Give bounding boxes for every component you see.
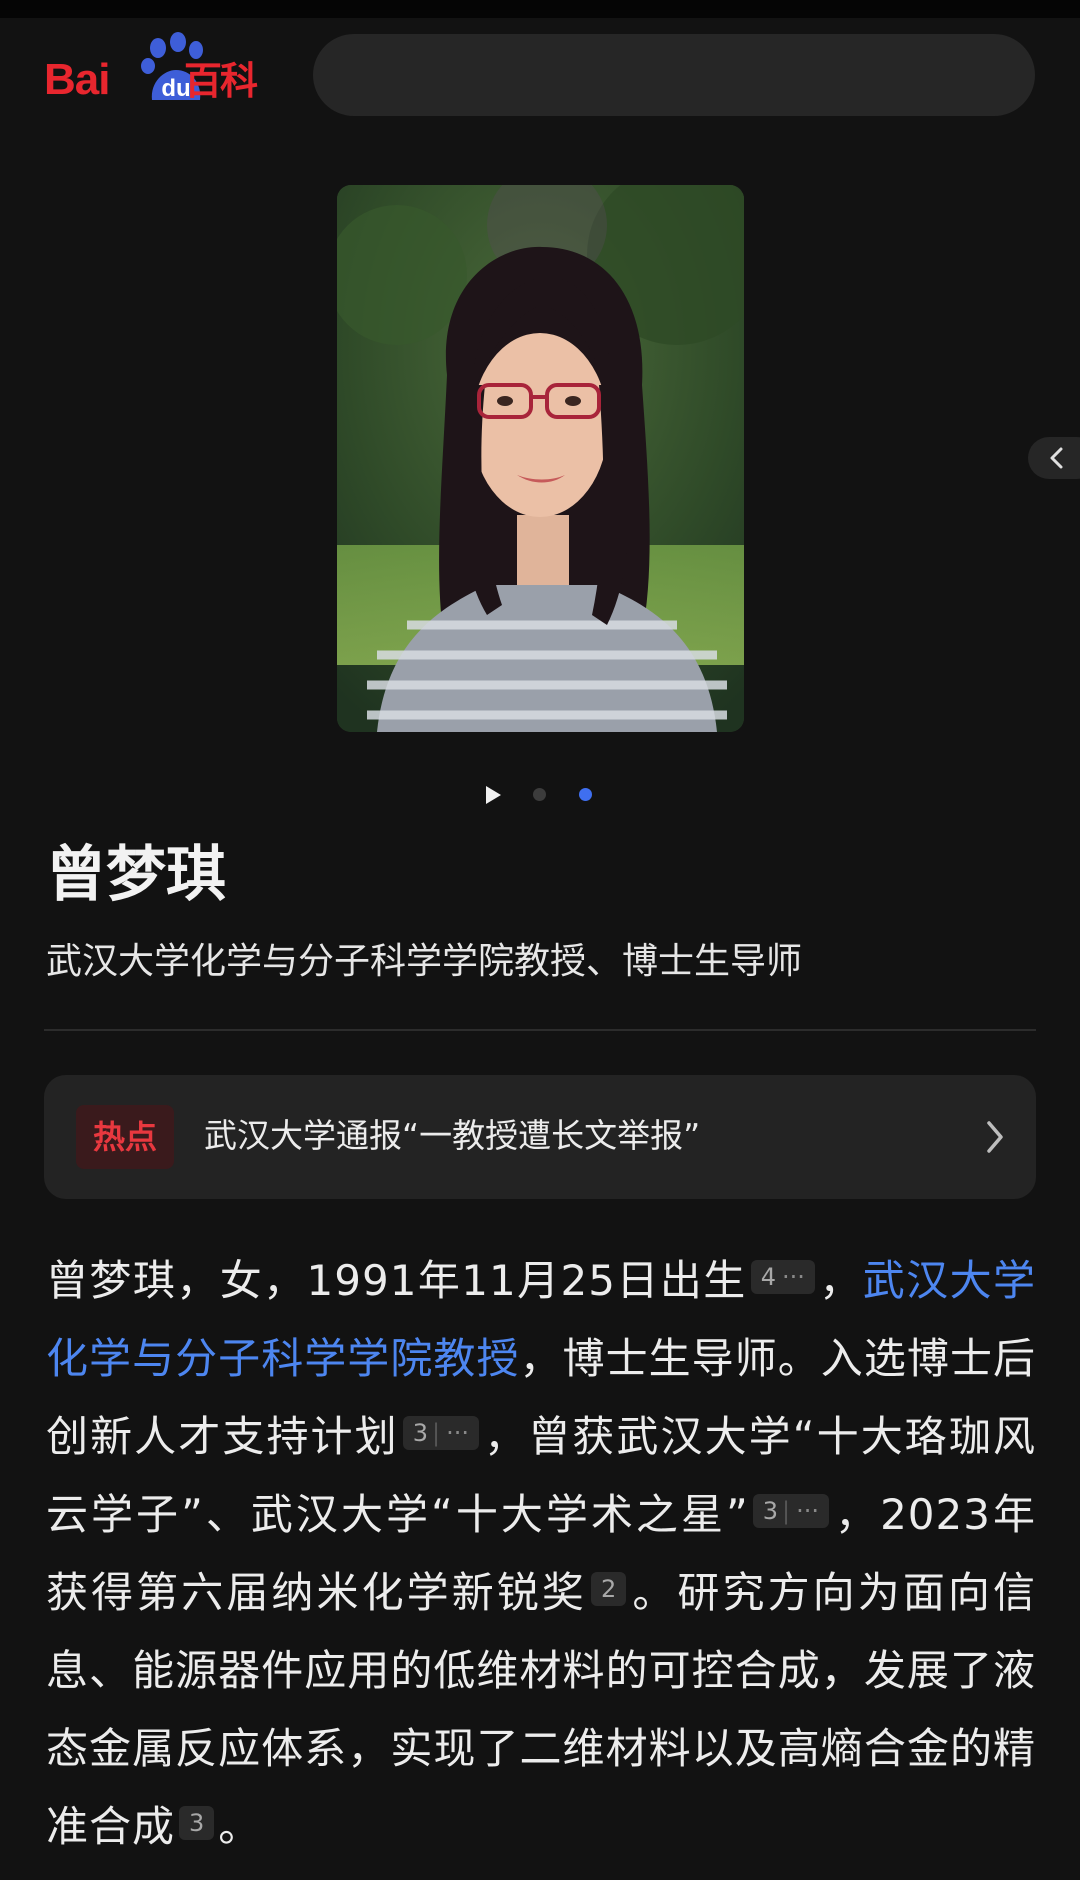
summary-text: 。 bbox=[218, 1802, 262, 1851]
citation-badge[interactable]: 3 | ··· bbox=[402, 1416, 480, 1450]
citation-badge[interactable]: 3 bbox=[179, 1806, 215, 1840]
pager-dot-2-active[interactable] bbox=[579, 788, 592, 801]
portrait-image bbox=[337, 185, 744, 732]
citation-badge[interactable]: 2 bbox=[590, 1572, 627, 1606]
hot-badge: 热点 bbox=[76, 1105, 174, 1169]
chevron-left-icon bbox=[1050, 447, 1063, 469]
page-title: 曾梦琪 bbox=[46, 840, 226, 910]
baidu-baike-logo[interactable]: Bai du 百科 bbox=[44, 30, 264, 108]
logo-baike-text: 百科 bbox=[184, 59, 258, 103]
hot-news-banner[interactable]: 热点 武汉大学通报“一教授遭长文举报” bbox=[44, 1075, 1036, 1199]
divider bbox=[44, 1029, 1036, 1031]
page-subtitle: 武汉大学化学与分子科学学院教授、博士生导师 bbox=[46, 941, 803, 982]
pager-dot-1[interactable] bbox=[533, 788, 546, 801]
gallery-pager bbox=[483, 782, 603, 806]
side-collapse-tab[interactable] bbox=[1028, 437, 1080, 479]
hot-news-text: 武汉大学通报“一教授遭长文举报” bbox=[204, 1116, 701, 1155]
summary-text: ， bbox=[818, 1256, 863, 1305]
search-input[interactable] bbox=[313, 34, 1035, 116]
summary-paragraph: 曾梦琪，女，1991年11月25日出生 4 ··· ，武汉大学化学与分子科学学院教授，… bbox=[46, 1242, 1036, 1866]
logo-bai-text: Bai bbox=[44, 55, 110, 104]
summary-text: 曾梦琪，女，1991年11月25日出生 bbox=[46, 1256, 747, 1305]
citation-badge[interactable]: 4 ··· bbox=[750, 1260, 815, 1294]
citation-badge[interactable]: 3 | ··· bbox=[752, 1494, 830, 1528]
play-icon[interactable] bbox=[483, 784, 503, 806]
status-bar bbox=[0, 0, 1080, 18]
chevron-right-icon bbox=[987, 1121, 1003, 1153]
portrait-photo[interactable] bbox=[337, 185, 744, 732]
